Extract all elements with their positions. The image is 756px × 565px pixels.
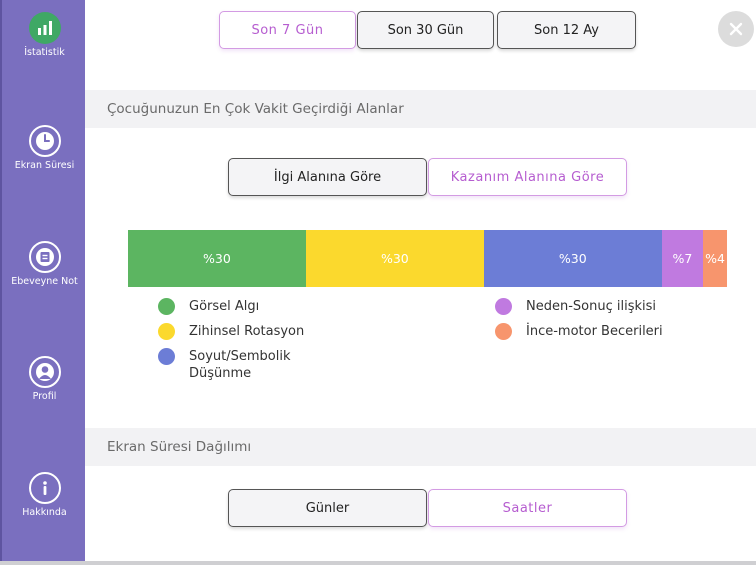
legend-dot (495, 298, 512, 315)
sidebar: İstatistik Ekran Süresi Ebeveyne Not Pro… (0, 0, 85, 565)
sidebar-item-label: İstatistik (24, 47, 65, 58)
section-title-screen-time-distribution: Ekran Süresi Dağılımı (85, 428, 756, 466)
legend-label: Neden-Sonuç ilişkisi (526, 299, 656, 314)
sidebar-item-label: Hakkında (22, 507, 67, 518)
legend-dot (158, 348, 175, 365)
distribution-segment: %4 (703, 230, 727, 287)
distribution-segment: %7 (661, 230, 704, 287)
legend-dot (158, 323, 175, 340)
legend-item: İnce-motor Becerileri (495, 323, 663, 340)
legend-label: İnce-motor Becerileri (526, 324, 663, 339)
close-button[interactable] (718, 11, 754, 47)
user-icon (28, 356, 61, 388)
sidebar-item-label: Ekran Süresi (14, 160, 75, 171)
distribution-segment: %30 (305, 230, 484, 287)
legend-item: Soyut/Sembolik Düşünme (158, 348, 328, 382)
legend-item: Görsel Algı (158, 298, 259, 315)
main-content: Son 7 Gün Son 30 Gün Son 12 Ay Çocuğunuz… (85, 0, 756, 565)
sidebar-item-statistics[interactable]: İstatistik (2, 12, 87, 58)
bottom-divider (0, 561, 756, 565)
tab-by-interest[interactable]: İlgi Alanına Göre (228, 158, 427, 196)
legend-dot (495, 323, 512, 340)
sidebar-item-screen-time[interactable]: Ekran Süresi (2, 125, 87, 171)
section-title-most-time-areas: Çocuğunuzun En Çok Vakit Geçirdiği Alanl… (85, 90, 756, 128)
sidebar-item-about[interactable]: Hakkında (2, 472, 87, 518)
legend-item: Neden-Sonuç ilişkisi (495, 298, 656, 315)
bar-chart-icon (28, 12, 61, 44)
legend-dot (158, 298, 175, 315)
distribution-segment: %30 (128, 230, 306, 287)
close-icon (729, 22, 743, 36)
tab-by-achievement[interactable]: Kazanım Alanına Göre (428, 158, 627, 196)
legend-label: Soyut/Sembolik Düşünme (189, 349, 291, 381)
clock-icon (28, 125, 61, 157)
tab-last-7-days[interactable]: Son 7 Gün (219, 11, 356, 49)
info-icon (28, 472, 61, 504)
tab-hours[interactable]: Saatler (428, 489, 627, 527)
sidebar-item-label: Profil (32, 391, 57, 402)
legend-label: Görsel Algı (189, 299, 260, 314)
tab-days[interactable]: Günler (228, 489, 427, 527)
sidebar-item-label: Ebeveyne Not (11, 276, 78, 287)
sidebar-item-profile[interactable]: Profil (2, 356, 87, 402)
legend-label: Zihinsel Rotasyon (189, 324, 305, 339)
sidebar-item-parent-note[interactable]: Ebeveyne Not (2, 241, 87, 287)
distribution-bar: %30 %30 %30 %7 %4 (128, 230, 727, 287)
legend-item: Zihinsel Rotasyon (158, 323, 304, 340)
note-icon (28, 241, 61, 273)
distribution-segment: %30 (483, 230, 662, 287)
tab-last-30-days[interactable]: Son 30 Gün (357, 11, 494, 49)
tab-last-12-months[interactable]: Son 12 Ay (497, 11, 636, 49)
